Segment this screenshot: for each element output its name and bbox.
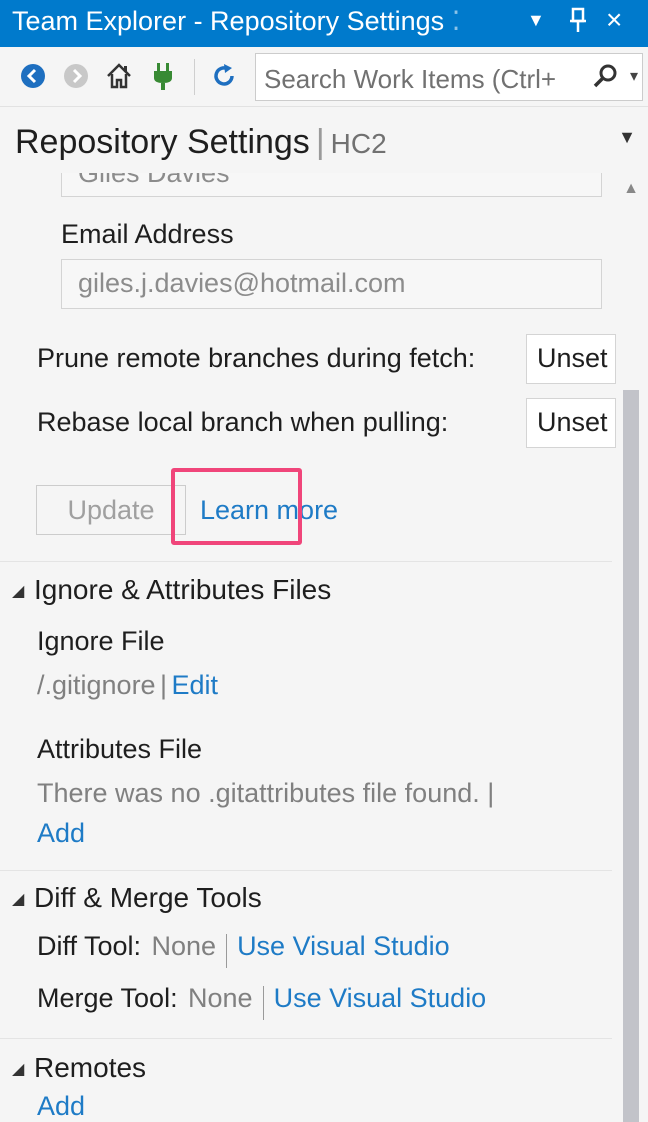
close-icon[interactable]: × — [606, 4, 622, 36]
collapse-triangle-icon: ◢ — [12, 583, 25, 600]
rebase-label: Rebase local branch when pulling: — [37, 407, 449, 437]
prune-value: Unset — [537, 343, 608, 373]
email-field[interactable]: giles.j.davies@hotmail.com — [61, 259, 602, 309]
merge-use-visual-studio-link[interactable]: Use Visual Studio — [274, 983, 487, 1013]
refresh-icon — [214, 64, 234, 86]
window-menu-dropdown-icon[interactable]: ▼ — [527, 10, 545, 31]
search-icon[interactable] — [592, 62, 620, 95]
diff-use-visual-studio-link[interactable]: Use Visual Studio — [237, 931, 450, 961]
ignore-file-separator: | — [160, 670, 168, 700]
attributes-message: There was no .gitattributes file found. … — [37, 778, 495, 808]
search-placeholder: Search Work Items (Ctrl+ — [264, 64, 557, 94]
diff-tool-label: Diff Tool: — [37, 931, 142, 961]
home-icon — [107, 63, 131, 89]
diff-merge-header-text: Diff & Merge Tools — [34, 882, 262, 913]
section-divider — [0, 870, 612, 871]
window-title-text: Team Explorer - Repository Settings — [12, 6, 445, 36]
rebase-value: Unset — [537, 407, 608, 437]
ignore-file-label: Ignore File — [37, 626, 165, 656]
home-button[interactable] — [104, 61, 134, 91]
merge-tool-row: Merge Tool: None Use Visual Studio — [37, 983, 486, 1020]
page-title[interactable]: Repository Settings | HC2 — [15, 123, 387, 162]
search-input[interactable]: Search Work Items (Ctrl+ ▾ — [255, 53, 643, 101]
add-remote-link[interactable]: Add — [37, 1091, 85, 1122]
prune-select[interactable]: Unset — [526, 334, 616, 384]
diff-merge-section-header[interactable]: ◢ Diff & Merge Tools — [12, 882, 262, 914]
section-divider — [0, 561, 612, 562]
refresh-button[interactable] — [209, 61, 239, 91]
plug-icon — [154, 63, 172, 90]
scrollbar-thumb[interactable] — [623, 390, 639, 1122]
collapse-triangle-icon: ◢ — [12, 891, 25, 908]
page-header: Repository Settings | HC2 ▼ — [0, 107, 648, 173]
settings-content: Giles Davies Email Address giles.j.davie… — [0, 173, 620, 1122]
page-title-text: Repository Settings — [15, 123, 310, 161]
user-name-field[interactable]: Giles Davies — [61, 173, 602, 197]
back-button[interactable] — [18, 61, 48, 91]
page-menu-dropdown-icon[interactable]: ▼ — [618, 127, 636, 148]
window-title: Team Explorer - Repository Settings ⁚ — [12, 6, 460, 37]
search-dropdown-icon[interactable]: ▾ — [630, 66, 638, 86]
forward-button[interactable] — [61, 61, 91, 91]
diff-tool-separator — [226, 933, 228, 968]
back-icon — [21, 64, 45, 88]
ignore-file-row: /.gitignore | Edit — [37, 670, 218, 701]
title-bar: Team Explorer - Repository Settings ⁚ ▼ … — [0, 0, 648, 47]
prune-label: Prune remote branches during fetch: — [37, 343, 476, 373]
pin-icon[interactable] — [567, 6, 589, 40]
update-button[interactable]: Update — [36, 485, 186, 535]
merge-tool-label: Merge Tool: — [37, 983, 178, 1013]
title-separator: | — [315, 123, 325, 161]
merge-tool-separator — [262, 985, 264, 1020]
user-name-value: Giles Davies — [78, 173, 230, 188]
add-attributes-link[interactable]: Add — [37, 818, 85, 849]
email-value: giles.j.davies@hotmail.com — [78, 268, 406, 298]
toolbar: Search Work Items (Ctrl+ ▾ — [0, 47, 648, 107]
merge-tool-value: None — [188, 983, 253, 1013]
scroll-up-arrow-icon[interactable]: ▲ — [620, 180, 642, 202]
ignore-attributes-section-header[interactable]: ◢ Ignore & Attributes Files — [12, 574, 331, 606]
diff-tool-value: None — [151, 931, 217, 961]
ignore-attributes-header-text: Ignore & Attributes Files — [34, 574, 332, 605]
email-label: Email Address — [61, 219, 234, 249]
section-divider — [0, 1038, 612, 1039]
remotes-section-header[interactable]: ◢ Remotes — [12, 1052, 146, 1084]
rebase-select[interactable]: Unset — [526, 398, 616, 448]
forward-icon — [64, 64, 88, 88]
collapse-triangle-icon: ◢ — [12, 1061, 25, 1078]
diff-tool-row: Diff Tool: None Use Visual Studio — [37, 931, 450, 968]
page-context: HC2 — [330, 128, 387, 159]
title-overflow-dots: ⁚ — [451, 6, 461, 36]
ignore-file-path: /.gitignore — [37, 670, 156, 700]
attributes-file-label: Attributes File — [37, 734, 203, 764]
edit-ignore-file-link[interactable]: Edit — [172, 670, 219, 700]
connect-button[interactable] — [148, 61, 178, 91]
highlight-annotation-box — [171, 468, 302, 545]
toolbar-separator — [194, 59, 195, 95]
remotes-header-text: Remotes — [34, 1052, 147, 1083]
